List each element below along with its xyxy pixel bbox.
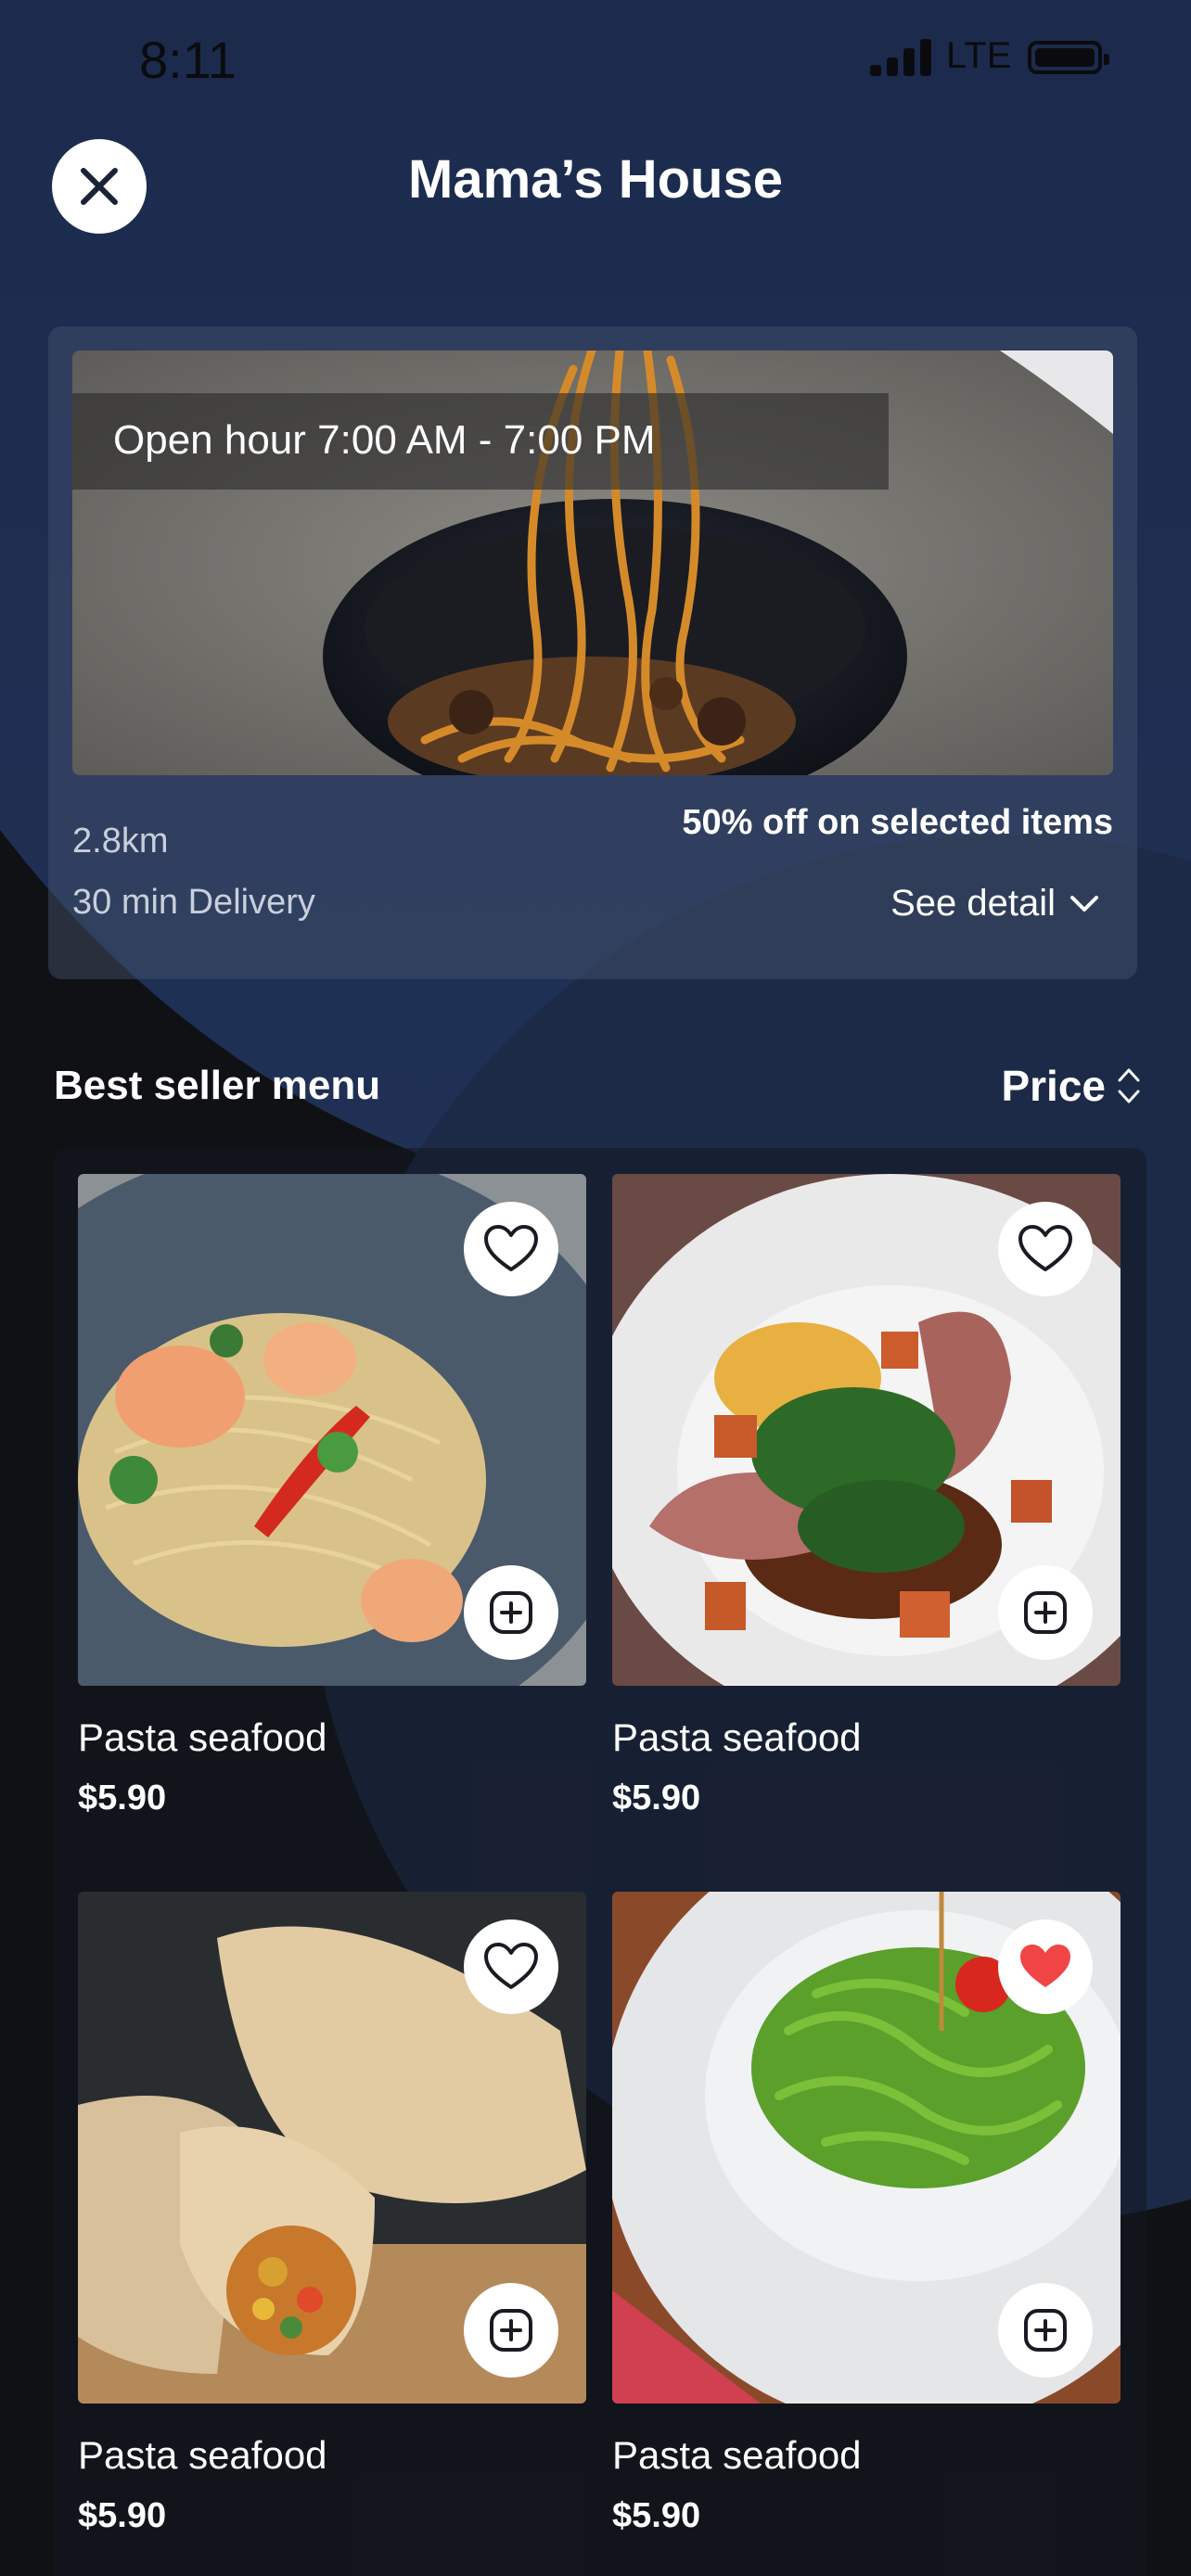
see-detail-label: See detail (890, 883, 1056, 924)
sort-price-button[interactable]: Price (1001, 1061, 1143, 1111)
menu-item[interactable]: Pasta seafood $5.90 (78, 1892, 586, 2576)
menu-item-photo (612, 1174, 1121, 1686)
menu-item-name: Pasta seafood (612, 2433, 862, 2477)
menu-item-price: $5.90 (612, 1779, 701, 1817)
delivery-time-text: 30 min Delivery (72, 883, 315, 922)
sort-label: Price (1001, 1062, 1106, 1110)
heart-outline-icon (484, 1225, 538, 1271)
battery-icon (1028, 41, 1109, 74)
sort-updown-icon (1118, 1068, 1140, 1103)
plus-square-icon (1024, 1591, 1067, 1634)
heart-outline-icon (1018, 1225, 1072, 1271)
plus-square-icon (1024, 2309, 1067, 2352)
restaurant-info-card: Open hour 7:00 AM - 7:00 PM 50% off on s… (48, 326, 1137, 979)
add-to-cart-button[interactable] (998, 2283, 1093, 2378)
menu-item-name: Pasta seafood (612, 1715, 862, 1759)
chevron-down-icon (1070, 895, 1098, 912)
menu-item-price: $5.90 (78, 2496, 167, 2535)
menu-item-photo (78, 1174, 586, 1686)
menu-item-name: Pasta seafood (78, 2433, 327, 2477)
add-to-cart-button[interactable] (464, 2283, 558, 2378)
promo-text: 50% off on selected items (682, 803, 1113, 842)
distance-text: 2.8km (72, 822, 169, 861)
menu-item-name: Pasta seafood (78, 1715, 327, 1759)
heart-filled-icon (1020, 1945, 1070, 1987)
favorite-button[interactable] (998, 1919, 1093, 2014)
see-detail-button[interactable]: See detail (890, 883, 1100, 925)
add-to-cart-button[interactable] (464, 1565, 558, 1660)
menu-panel: Pasta seafood $5.90 Pasta seafood $5.90 … (54, 1148, 1146, 2576)
open-hours-text: Open hour 7:00 AM - 7:00 PM (113, 417, 656, 463)
status-time: 8:11 (139, 31, 237, 89)
restaurant-hero-image: Open hour 7:00 AM - 7:00 PM (72, 351, 1113, 775)
menu-item[interactable]: Pasta seafood $5.90 (612, 1892, 1121, 2576)
heart-outline-icon (484, 1943, 538, 1989)
screen: 8:11 LTE Mama’s House Open hour 7:00 AM … (0, 0, 1191, 2576)
signal-icon (870, 39, 931, 76)
menu-item-price: $5.90 (612, 2496, 701, 2535)
open-hours-banner: Open hour 7:00 AM - 7:00 PM (72, 393, 889, 490)
plus-square-icon (490, 1591, 532, 1634)
menu-item-price: $5.90 (78, 1779, 167, 1817)
menu-item-photo (612, 1892, 1121, 2404)
favorite-button[interactable] (998, 1202, 1093, 1296)
menu-item[interactable]: Pasta seafood $5.90 (78, 1174, 586, 1860)
add-to-cart-button[interactable] (998, 1565, 1093, 1660)
status-bar: 8:11 LTE (0, 0, 1191, 121)
network-label: LTE (946, 35, 1012, 76)
favorite-button[interactable] (464, 1919, 558, 2014)
plus-square-icon (490, 2309, 532, 2352)
menu-item[interactable]: Pasta seafood $5.90 (612, 1174, 1121, 1860)
menu-item-photo (78, 1892, 586, 2404)
favorite-button[interactable] (464, 1202, 558, 1296)
page-title: Mama’s House (408, 149, 783, 210)
section-title: Best seller menu (54, 1063, 381, 1108)
